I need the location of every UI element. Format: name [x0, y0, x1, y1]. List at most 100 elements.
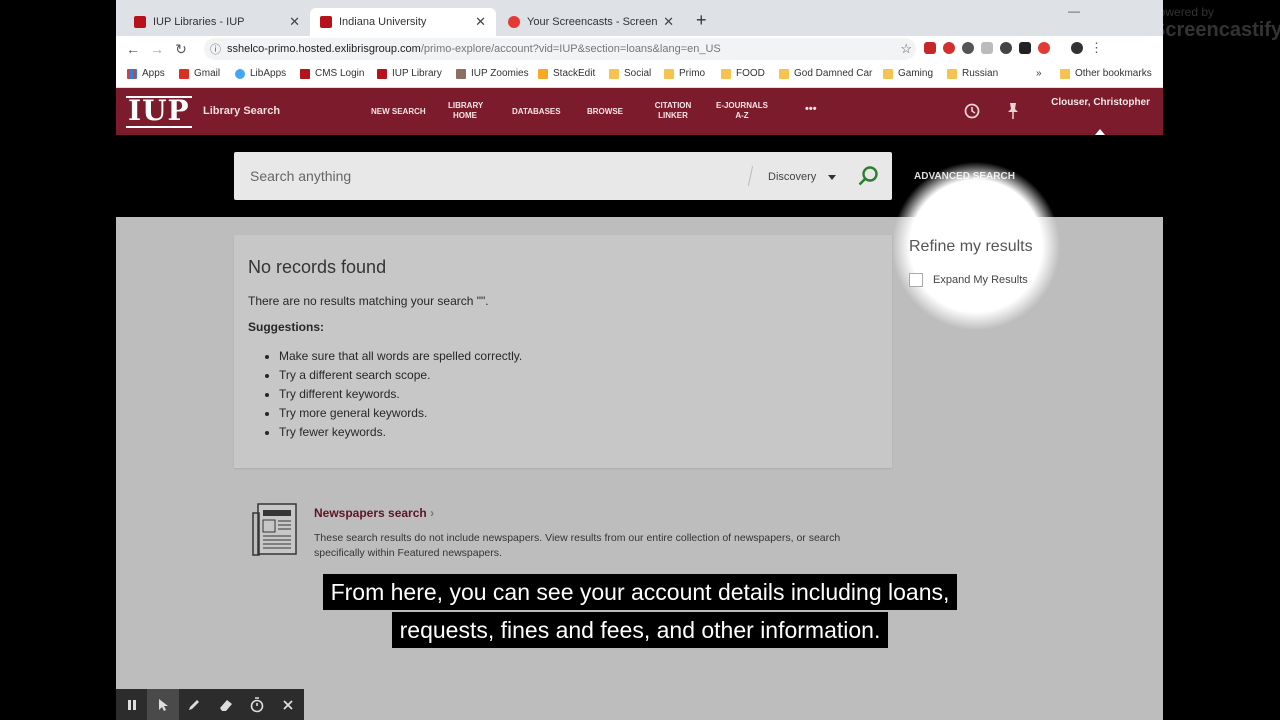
bookmark-russian[interactable]: Russian — [947, 68, 998, 79]
tab-title: Indiana University — [339, 16, 427, 28]
scope-dropdown-caret-icon[interactable] — [828, 175, 836, 180]
reload-icon[interactable]: ↻ — [169, 41, 193, 58]
bookmark-other[interactable]: Other bookmarks — [1060, 68, 1152, 79]
iup-favicon-icon — [134, 16, 146, 28]
gmail-icon — [179, 68, 189, 79]
cursor-icon[interactable] — [147, 689, 179, 720]
folder-icon — [609, 68, 619, 79]
nav-e-journals[interactable]: E-JOURNALS A-Z — [714, 101, 770, 121]
extension-icon[interactable] — [1000, 42, 1012, 54]
site-header: IUP Library Search NEW SEARCH LIBRARY HO… — [116, 88, 1163, 135]
folder-icon — [721, 68, 731, 79]
bookmark-apps[interactable]: Apps — [127, 68, 165, 79]
bookmark-label: StackEdit — [553, 68, 596, 79]
bookmark-food[interactable]: FOOD — [721, 68, 765, 79]
info-icon[interactable]: ⓘ — [210, 41, 221, 57]
bookmark-label: LibApps — [250, 68, 287, 79]
nav-databases[interactable]: DATABASES — [512, 107, 561, 117]
screen: powered by Screencastify IUP Libraries -… — [0, 0, 1280, 720]
tab-indiana-university[interactable]: Indiana University ✕ — [310, 8, 496, 36]
tab-close-icon[interactable]: ✕ — [475, 14, 486, 30]
iup-favicon-icon — [320, 16, 332, 28]
tab-title: Your Screencasts - Screencastify — [527, 16, 658, 28]
expand-results-checkbox[interactable] — [909, 273, 923, 287]
folder-icon — [1060, 68, 1070, 79]
tab-close-icon[interactable]: ✕ — [663, 14, 674, 30]
iup-favicon-icon — [300, 68, 310, 79]
caption-text: requests, fines and fees, and other info… — [391, 612, 889, 648]
back-arrow-icon[interactable]: ← — [121, 41, 145, 57]
bookmark-iup-zoomies[interactable]: IUP Zoomies — [456, 68, 529, 79]
bookmark-primo[interactable]: Primo — [664, 68, 705, 79]
minimize-icon[interactable]: — — [1068, 4, 1080, 18]
nav-citation-linker[interactable]: CITATION LINKER — [653, 101, 693, 121]
bookmark-label: Apps — [142, 68, 165, 79]
new-tab-button[interactable]: + — [696, 10, 707, 31]
extension-icon[interactable] — [924, 42, 936, 54]
address-bar[interactable]: ⓘ sshelco-primo.hosted.exlibrisgroup.com… — [204, 38, 916, 60]
forward-arrow-icon[interactable]: → — [145, 41, 169, 57]
search-placeholder: Search anything — [250, 168, 352, 184]
bookmark-label: Other bookmarks — [1075, 68, 1152, 79]
bookmark-libapps[interactable]: LibApps — [235, 68, 286, 79]
bookmarks-bar: Apps Gmail LibApps CMS Login IUP Library… — [116, 62, 1163, 88]
bookmark-gmail[interactable]: Gmail — [179, 68, 220, 79]
bookmark-label: IUP Zoomies — [471, 68, 529, 79]
eraser-icon[interactable] — [210, 689, 241, 720]
profile-avatar-icon[interactable] — [1071, 42, 1083, 54]
browser-toolbar: ← → ↻ ⓘ sshelco-primo.hosted.exlibrisgro… — [116, 36, 1163, 62]
search-icon[interactable] — [856, 164, 880, 188]
screencastify-favicon-icon — [508, 16, 520, 28]
iup-logo[interactable]: IUP — [126, 96, 192, 128]
library-search-label: Library Search — [203, 105, 281, 117]
menu-kebab-icon[interactable]: ⋮ — [1090, 40, 1103, 56]
bookmark-star-icon[interactable]: ☆ — [900, 41, 912, 57]
url-host: sshelco-primo.hosted.exlibrisgroup.com — [227, 43, 421, 55]
folder-icon — [664, 68, 674, 79]
bookmarks-overflow[interactable]: » — [1036, 68, 1042, 79]
stackedit-icon — [538, 68, 548, 79]
bookmark-social[interactable]: Social — [609, 68, 651, 79]
nav-new-search[interactable]: NEW SEARCH — [371, 107, 426, 117]
tab-title: IUP Libraries - IUP — [153, 16, 245, 28]
iup-favicon-icon — [377, 68, 387, 79]
pen-icon[interactable] — [179, 689, 210, 720]
bookmark-iup-library[interactable]: IUP Library — [377, 68, 442, 79]
expand-results-label: Expand My Results — [933, 274, 1028, 286]
history-icon[interactable] — [963, 102, 981, 125]
bookmark-cms-login[interactable]: CMS Login — [300, 68, 364, 79]
screencastify-ext-icon[interactable] — [1038, 42, 1050, 54]
search-input[interactable]: Search anything Discovery — [234, 152, 892, 200]
folder-icon — [883, 68, 893, 79]
tab-iup-libraries[interactable]: IUP Libraries - IUP ✕ — [124, 8, 310, 36]
caption-line-2: requests, fines and fees, and other info… — [0, 612, 1280, 648]
folder-icon — [779, 68, 789, 79]
nav-library-home[interactable]: LIBRARY HOME — [448, 101, 483, 121]
bookmark-label: IUP Library — [392, 68, 442, 79]
document-icon[interactable] — [981, 42, 993, 54]
wordpress-icon[interactable] — [962, 42, 974, 54]
nav-browse[interactable]: BROWSE — [587, 107, 623, 117]
notion-icon[interactable] — [1019, 42, 1031, 54]
bookmark-label: Gmail — [194, 68, 221, 79]
bookmark-stackedit[interactable]: StackEdit — [538, 68, 595, 79]
apps-grid-icon — [127, 68, 137, 79]
bookmark-gaming[interactable]: Gaming — [883, 68, 933, 79]
bookmark-god-damned-car[interactable]: God Damned Car — [779, 68, 872, 79]
search-scope-select[interactable]: Discovery — [768, 171, 816, 183]
tab-close-icon[interactable]: ✕ — [289, 14, 300, 30]
pin-icon[interactable] — [1005, 102, 1021, 125]
screencastify-name: Screencastify — [1152, 19, 1280, 41]
bookmark-label: God Damned Car — [794, 68, 873, 79]
user-name[interactable]: Clouser, Christopher — [1051, 97, 1150, 108]
adblock-icon[interactable] — [943, 42, 955, 54]
expand-results-option[interactable]: Expand My Results — [909, 273, 1028, 287]
search-divider — [747, 166, 754, 186]
tab-screencastify[interactable]: Your Screencasts - Screencastify ✕ — [498, 8, 684, 36]
nav-more-icon[interactable]: ••• — [805, 104, 817, 115]
extensions: ⋮ — [924, 40, 1103, 56]
close-icon[interactable] — [273, 689, 304, 720]
bookmark-label: FOOD — [736, 68, 765, 79]
timer-icon[interactable] — [241, 689, 272, 720]
pause-icon[interactable] — [116, 689, 147, 720]
